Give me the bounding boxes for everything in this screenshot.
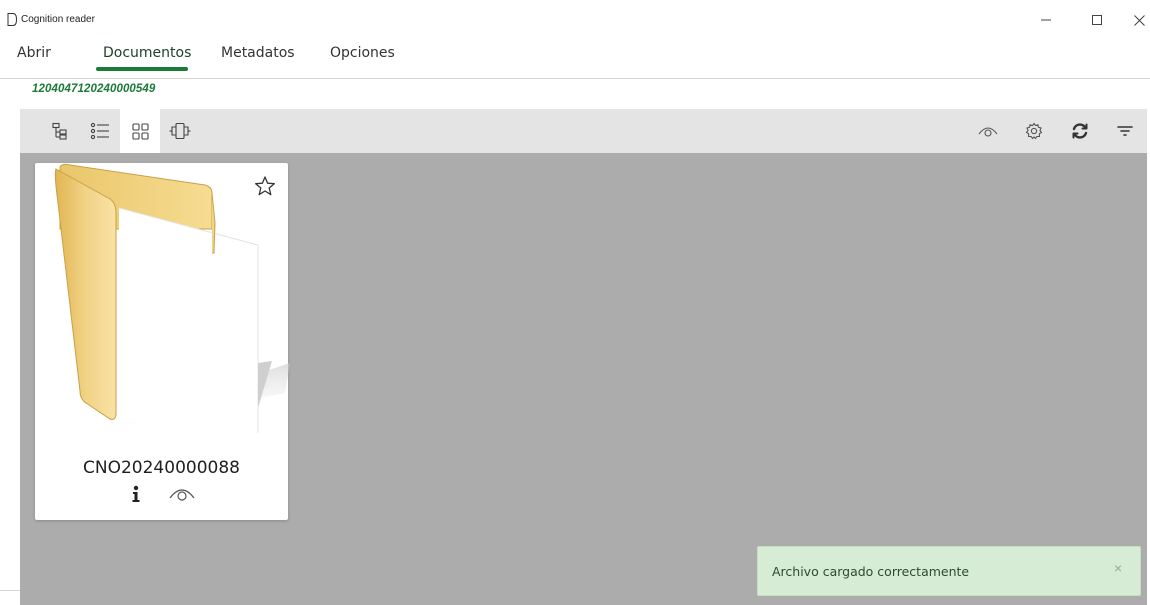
- document-card[interactable]: CNO20240000088: [35, 163, 290, 520]
- maximize-icon: [1092, 15, 1102, 25]
- window-title: Cognition reader: [21, 14, 95, 25]
- tab-opciones[interactable]: Opciones: [330, 45, 395, 61]
- maximize-button[interactable]: [1082, 8, 1112, 32]
- carousel-view-icon: [169, 122, 191, 140]
- grid-view-button[interactable]: [120, 109, 160, 153]
- list-view-icon: [90, 122, 109, 140]
- carousel-view-button[interactable]: [160, 109, 200, 153]
- record-id: 1204047120240000549: [32, 83, 156, 95]
- tree-view-button[interactable]: [40, 109, 80, 153]
- close-button[interactable]: [1124, 8, 1150, 32]
- list-view-button[interactable]: [80, 109, 120, 153]
- grid-view-icon: [131, 122, 149, 140]
- eye-icon[interactable]: [169, 485, 195, 503]
- settings-icon: [1025, 122, 1043, 140]
- refresh-icon: [1072, 123, 1088, 139]
- favorite-star-icon[interactable]: [254, 175, 276, 197]
- close-icon: [1133, 14, 1145, 26]
- minimize-button[interactable]: [1031, 8, 1061, 32]
- document-grid: CNO20240000088: [20, 153, 1147, 605]
- eye-icon: [978, 127, 998, 137]
- refresh-button[interactable]: [1060, 109, 1100, 153]
- tab-documentos[interactable]: Documentos: [103, 45, 191, 61]
- toast-close-button[interactable]: ×: [1114, 560, 1122, 576]
- folder-icon: [54, 163, 290, 433]
- tab-bar: Abrir Documentos Metadatos Opciones: [0, 36, 1150, 79]
- settings-button[interactable]: [1014, 109, 1054, 153]
- app-icon: [7, 13, 17, 26]
- document-name: CNO20240000088: [83, 458, 240, 478]
- title-bar: Cognition reader: [0, 0, 1150, 32]
- tree-view-icon: [52, 122, 67, 140]
- toast-message: Archivo cargado correctamente: [772, 564, 970, 579]
- filter-icon: [1117, 126, 1133, 136]
- tab-abrir[interactable]: Abrir: [17, 45, 51, 61]
- info-icon[interactable]: [131, 485, 141, 503]
- divider: [0, 590, 20, 591]
- app-window: Cognition reader Abrir Documentos Metada…: [0, 0, 1150, 605]
- success-toast: Archivo cargado correctamente ×: [757, 546, 1141, 596]
- filter-button[interactable]: [1105, 109, 1145, 153]
- active-tab-indicator: [96, 67, 188, 71]
- minimize-icon: [1041, 19, 1051, 21]
- view-toolbar: [20, 109, 1147, 153]
- preview-toggle-button[interactable]: [968, 109, 1008, 153]
- tab-metadatos[interactable]: Metadatos: [221, 45, 295, 61]
